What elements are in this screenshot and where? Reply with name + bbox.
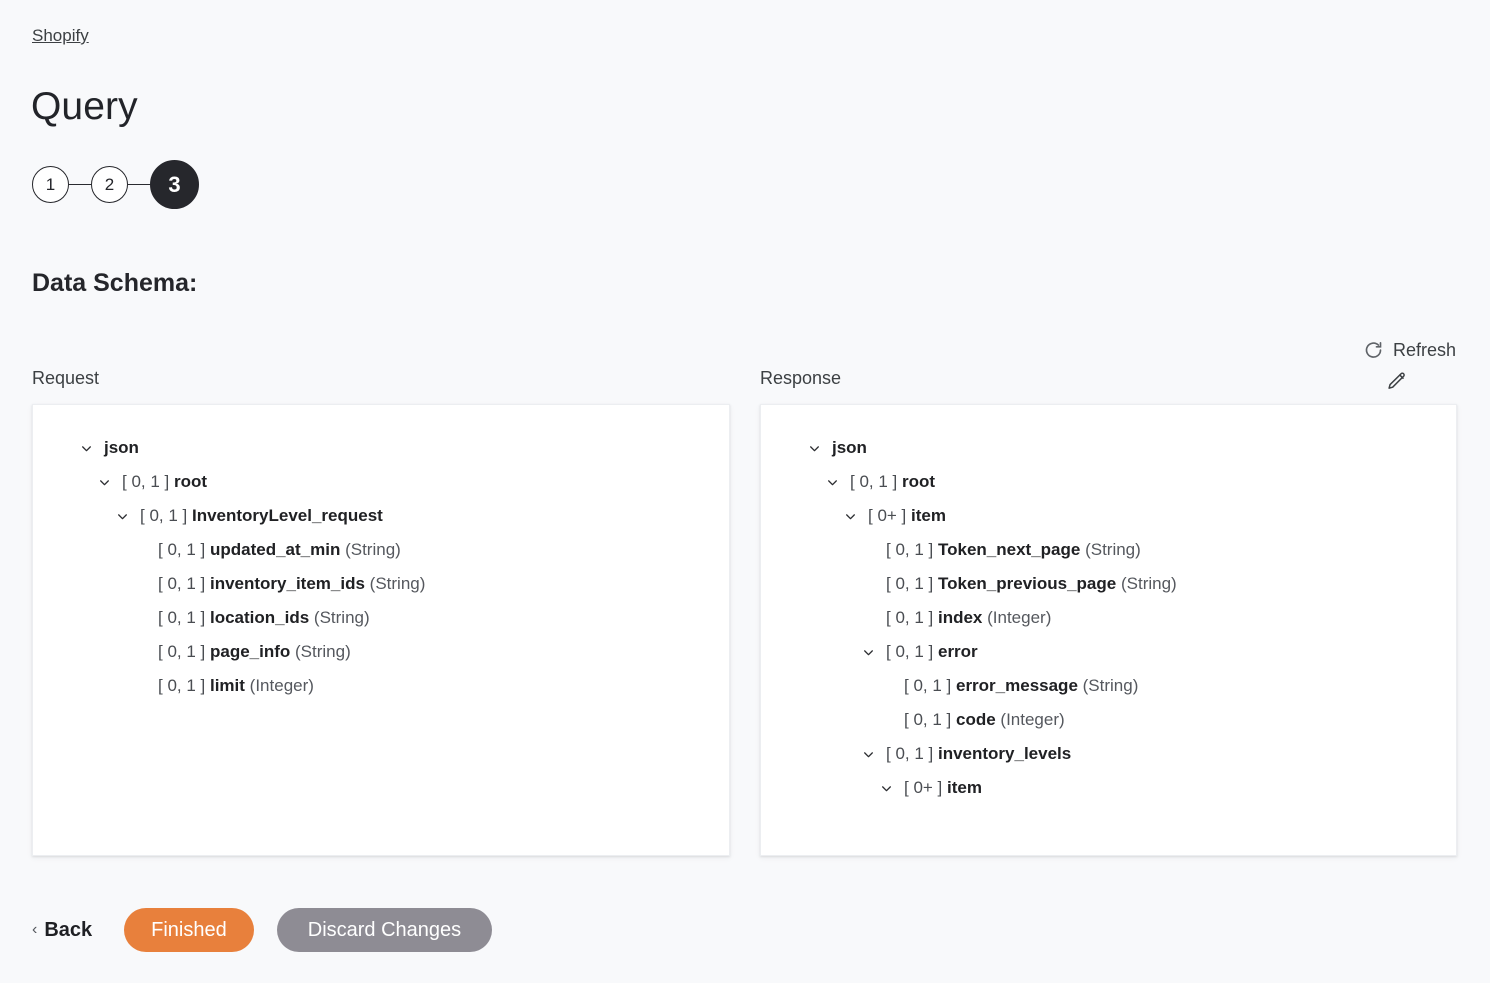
schema-node-label: [ 0, 1 ] limit (Integer) [158,676,314,695]
schema-node[interactable]: [ 0, 1 ] location_ids (String) [33,601,729,635]
schema-node-label: json [104,438,139,457]
schema-node[interactable]: [ 0, 1 ] code (Integer) [761,703,1456,737]
schema-node-label: [ 0, 1 ] Token_previous_page (String) [886,574,1177,593]
chevron-down-icon[interactable] [860,644,877,661]
schema-node[interactable]: [ 0, 1 ] error_message (String) [761,669,1456,703]
schema-node[interactable]: json [761,431,1456,465]
schema-node[interactable]: [ 0, 1 ] inventory_levels [761,737,1456,771]
schema-node-label: [ 0, 1 ] index (Integer) [886,608,1052,627]
schema-node[interactable]: [ 0, 1 ] index (Integer) [761,601,1456,635]
schema-node-label: json [832,438,867,457]
chevron-down-icon[interactable] [78,440,95,457]
discard-changes-button[interactable]: Discard Changes [276,908,493,952]
schema-node[interactable]: json [33,431,729,465]
schema-node-label: [ 0, 1 ] inventory_item_ids (String) [158,574,426,593]
stepper-connector [128,183,150,186]
schema-node[interactable]: [ 0, 1 ] InventoryLevel_request [33,499,729,533]
schema-node[interactable]: [ 0+ ] item [761,771,1456,805]
panel-label-request: Request [32,368,100,388]
back-label: Back [44,918,93,941]
chevron-down-icon[interactable] [878,780,895,797]
schema-node-label: [ 0, 1 ] updated_at_min (String) [158,540,401,559]
chevron-left-icon: ‹ [32,921,38,938]
schema-node-label: [ 0, 1 ] root [122,472,208,491]
schema-node-label: [ 0, 1 ] code (Integer) [904,710,1065,729]
schema-node-label: [ 0+ ] item [868,506,946,525]
schema-node[interactable]: [ 0, 1 ] Token_previous_page (String) [761,567,1456,601]
stepper-connector [69,183,91,186]
schema-node[interactable]: [ 0, 1 ] limit (Integer) [33,669,729,703]
stepper-step-1[interactable]: 1 [32,166,69,203]
schema-node[interactable]: [ 0, 1 ] inventory_item_ids (String) [33,567,729,601]
wizard-stepper: 123 [32,160,199,209]
schema-node[interactable]: [ 0, 1 ] updated_at_min (String) [33,533,729,567]
request-schema-tree: json [ 0, 1 ] root [ 0, 1 ] InventoryLevel… [33,405,729,703]
stepper-step-3[interactable]: 3 [150,160,199,209]
section-heading-data-schema: Data Schema: [32,269,198,297]
back-button[interactable]: ‹ Back [32,919,92,942]
schema-node[interactable]: [ 0+ ] item [761,499,1456,533]
chevron-down-icon[interactable] [842,508,859,525]
breadcrumb-shopify[interactable]: Shopify [32,25,89,47]
panel-label-response: Response [760,368,842,388]
schema-node-label: [ 0+ ] item [904,778,982,797]
schema-node[interactable]: [ 0, 1 ] page_info (String) [33,635,729,669]
pencil-edit-icon[interactable] [1386,372,1408,394]
refresh-button[interactable]: Refresh [1363,338,1456,362]
response-schema-tree: json [ 0, 1 ] root [ 0+ ] item [ 0, 1 ] Tok… [761,405,1456,805]
request-schema-panel: json [ 0, 1 ] root [ 0, 1 ] InventoryLevel… [32,404,730,856]
chevron-down-icon[interactable] [96,474,113,491]
schema-node-label: [ 0, 1 ] Token_next_page (String) [886,540,1141,559]
query-data-schema-page: Shopify Query 123 Data Schema: Refresh R… [0,0,1490,983]
schema-node[interactable]: [ 0, 1 ] error [761,635,1456,669]
schema-node[interactable]: [ 0, 1 ] Token_next_page (String) [761,533,1456,567]
refresh-label: Refresh [1392,340,1456,360]
stepper-step-2[interactable]: 2 [91,166,128,203]
finished-button[interactable]: Finished [124,908,254,952]
schema-node-label: [ 0, 1 ] error_message (String) [904,676,1139,695]
schema-node-label: [ 0, 1 ] page_info (String) [158,642,351,661]
schema-node-label: [ 0, 1 ] inventory_levels [886,744,1072,763]
chevron-down-icon[interactable] [114,508,131,525]
wizard-footer: ‹ Back Finished Discard Changes [0,893,1490,967]
schema-node-label: [ 0, 1 ] root [850,472,936,491]
schema-node[interactable]: [ 0, 1 ] root [33,465,729,499]
chevron-down-icon[interactable] [824,474,841,491]
schema-node[interactable]: [ 0, 1 ] root [761,465,1456,499]
schema-node-label: [ 0, 1 ] error [886,642,978,661]
chevron-down-icon[interactable] [806,440,823,457]
page-title: Query [31,85,138,128]
schema-node-label: [ 0, 1 ] InventoryLevel_request [140,506,383,525]
response-schema-panel: json [ 0, 1 ] root [ 0+ ] item [ 0, 1 ] Tok… [760,404,1457,856]
schema-node-label: [ 0, 1 ] location_ids (String) [158,608,370,627]
chevron-down-icon[interactable] [860,746,877,763]
refresh-icon [1363,340,1384,361]
